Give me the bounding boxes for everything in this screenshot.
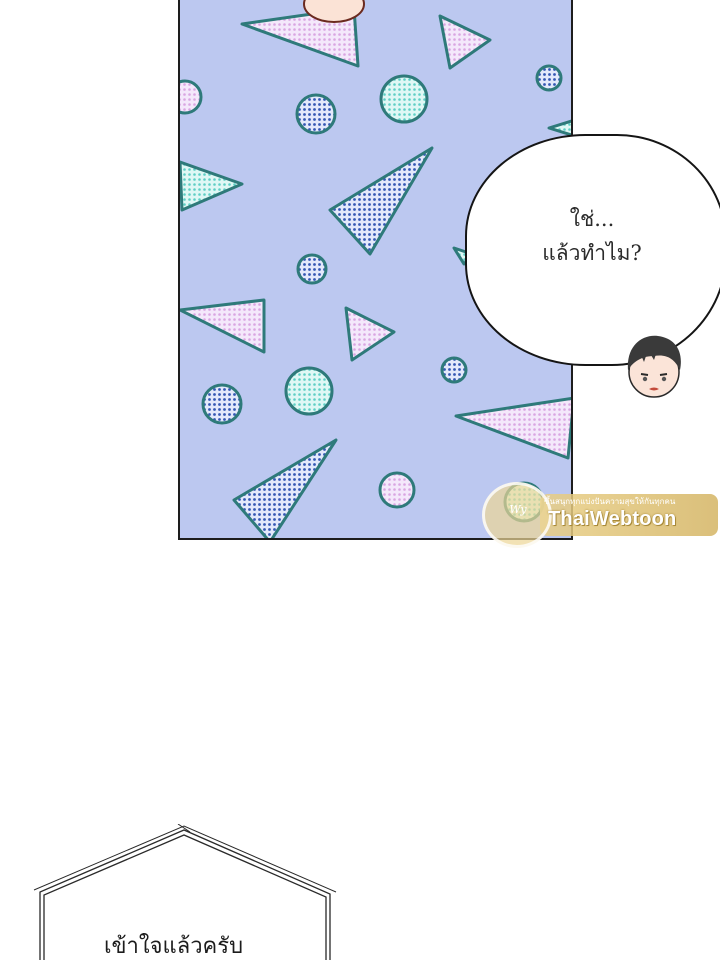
watermark-brand: ThaiWebtoon [548,508,677,530]
triangle-shape [180,298,266,354]
circle-shape [379,74,429,124]
speech-line-2: แล้วทำไม? [542,241,642,265]
triangle-shape [328,146,434,256]
circle-shape [296,253,328,285]
speech-bubble-text: ใช่... แล้วทำไม? [512,202,672,270]
triangle-shape [232,438,338,538]
circle-shape [440,356,468,384]
character-avatar [627,335,681,398]
circle-shape [535,64,563,92]
triangle-shape [454,396,571,460]
circle-shape [378,471,416,509]
triangle-shape [438,14,492,70]
speech-line-1: ใช่... [569,207,615,231]
triangle-shape [547,119,571,137]
caption-text: เข้าใจแล้วครับ [104,934,244,959]
watermark-logo-text: Wy [509,503,527,516]
circle-shape [295,93,337,135]
watermark-tagline: ขึ้นสนุกทุกแบ่งปันความสุขให้กันทุกคน [544,497,676,506]
circle-shape [180,79,203,115]
triangle-shape [344,306,396,362]
circle-shape [201,383,243,425]
triangle-shape [180,160,244,212]
circle-shape [284,366,334,416]
